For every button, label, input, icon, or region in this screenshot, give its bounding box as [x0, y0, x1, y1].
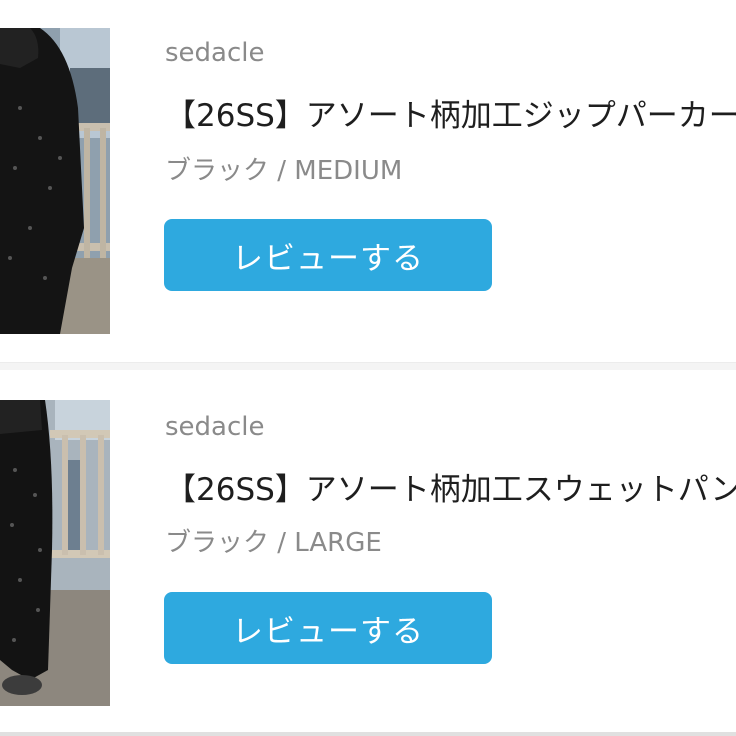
brand-name: sedacle: [165, 412, 265, 442]
order-item: sedacle 【26SS】アソート柄加工ジップパーカー ブラック / MEDI…: [0, 0, 736, 340]
product-image[interactable]: [0, 28, 110, 334]
product-variant: ブラック / LARGE: [165, 528, 382, 558]
product-variant: ブラック / MEDIUM: [165, 156, 403, 186]
list-bottom-divider: [0, 732, 736, 736]
brand-name: sedacle: [165, 38, 265, 68]
product-image[interactable]: [0, 400, 110, 706]
product-title[interactable]: 【26SS】アソート柄加工スウェットパンツ: [165, 464, 736, 509]
review-button[interactable]: レビューする: [164, 592, 492, 664]
review-button[interactable]: レビューする: [164, 219, 492, 291]
product-title[interactable]: 【26SS】アソート柄加工ジップパーカー: [165, 90, 736, 135]
order-item: sedacle 【26SS】アソート柄加工スウェットパンツ ブラック / LAR…: [0, 370, 736, 710]
order-item-list: sedacle 【26SS】アソート柄加工ジップパーカー ブラック / MEDI…: [0, 0, 736, 736]
